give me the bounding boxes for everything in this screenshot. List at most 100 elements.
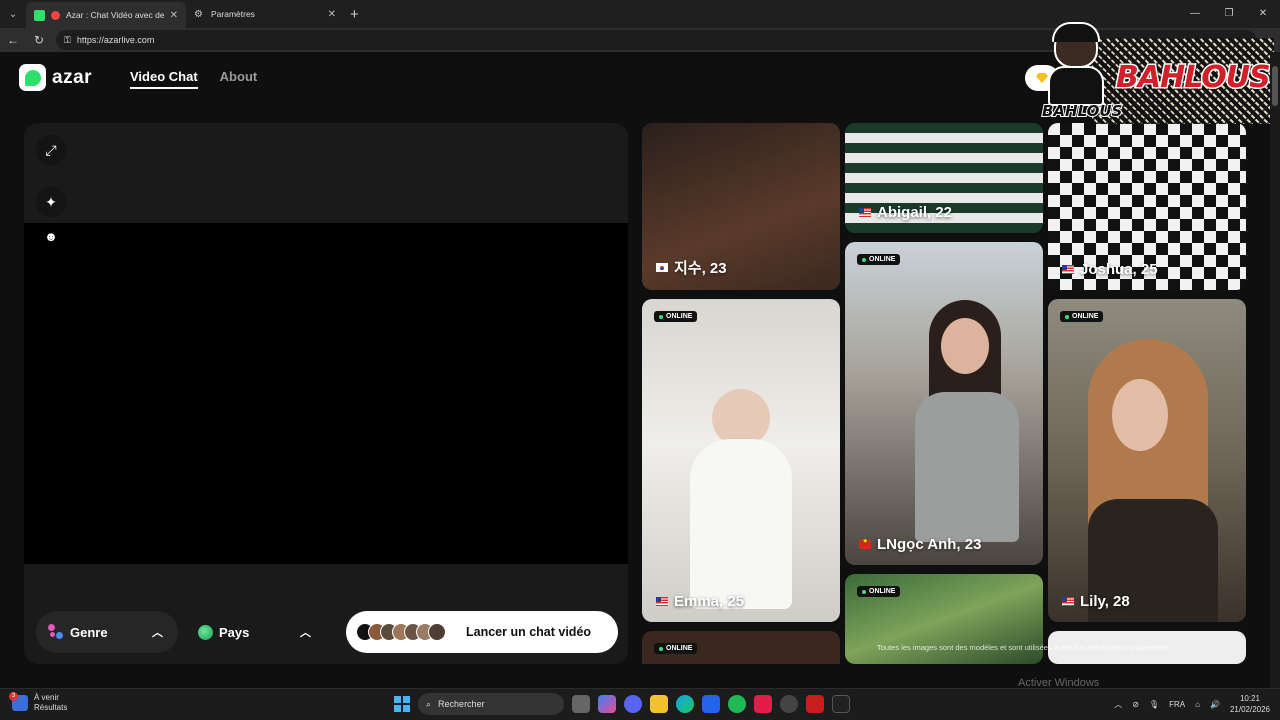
close-icon[interactable]: ✕ bbox=[328, 9, 336, 20]
overlay-small-title: BAHLOUS bbox=[1041, 101, 1123, 121]
pays-label: Pays bbox=[219, 624, 250, 640]
tab-azar[interactable]: Azar : Chat Vidéo avec de nou ✕ bbox=[26, 2, 186, 28]
overlay-title: BAHLOUS bbox=[1115, 59, 1273, 97]
clock-date: 21/02/2026 bbox=[1229, 705, 1270, 714]
nav-video-chat[interactable]: Video Chat bbox=[130, 69, 198, 89]
azar-logo-icon bbox=[19, 64, 46, 91]
reload-icon[interactable]: ↻ bbox=[26, 33, 52, 47]
tab-parametres[interactable]: ⚙ Paramètres ✕ bbox=[186, 0, 344, 28]
url-text: https://azarlive.com bbox=[76, 35, 155, 45]
file-explorer-icon[interactable] bbox=[650, 695, 668, 713]
flag-us-icon bbox=[656, 597, 668, 606]
wifi-icon[interactable]: ⌂ bbox=[1195, 700, 1200, 709]
globe-icon bbox=[198, 624, 213, 640]
notification-badge: 3 bbox=[9, 692, 18, 701]
azar-favicon-icon bbox=[34, 9, 45, 21]
flag-us-icon bbox=[859, 208, 871, 217]
app-icon[interactable] bbox=[832, 695, 850, 713]
profile-card[interactable]: ONLINE Lily, 28 bbox=[1048, 299, 1246, 622]
profile-card[interactable]: ONLINE bbox=[642, 631, 840, 664]
taskbar-search[interactable]: ⌕ Rechercher bbox=[418, 693, 564, 715]
profile-name: Emma, 25 bbox=[656, 593, 744, 610]
online-badge: ONLINE bbox=[654, 311, 698, 322]
widgets-icon: 3 bbox=[9, 692, 28, 711]
edge-icon[interactable] bbox=[676, 695, 694, 713]
flag-us-icon bbox=[1062, 597, 1074, 606]
launch-label: Lancer un chat vidéo bbox=[466, 625, 592, 639]
online-badge: ONLINE bbox=[857, 586, 901, 597]
chevron-up-icon: ︿ bbox=[300, 627, 311, 639]
spotify-icon[interactable] bbox=[728, 695, 746, 713]
tab-title: Paramètres bbox=[211, 9, 255, 19]
task-view-icon[interactable] bbox=[572, 695, 590, 713]
site-info-icon[interactable]: ⚿ bbox=[64, 35, 71, 46]
profile-name: LNgọc Anh, 23 bbox=[859, 536, 981, 553]
clock-time: 10:21 bbox=[1239, 694, 1260, 703]
app-icon[interactable] bbox=[806, 695, 824, 713]
tab-title: Azar : Chat Vidéo avec de nou bbox=[66, 10, 164, 20]
close-icon[interactable]: ✕ bbox=[170, 10, 178, 21]
video-panel: ⤢ ✦ ☻ Genre ︿ Pays ︿ Lancer un chat vidé… bbox=[24, 123, 628, 664]
profile-card[interactable]: ONLINE Emma, 25 bbox=[642, 299, 840, 622]
obs-icon[interactable] bbox=[780, 695, 798, 713]
back-arrow-icon[interactable]: ← bbox=[0, 33, 26, 47]
profile-name: 지수, 23 bbox=[656, 257, 727, 278]
online-badge: ONLINE bbox=[1060, 311, 1104, 322]
system-tray: ︿ ⊘ 🎙 FRA ⌂ 🔊 10:21 21/02/2026 bbox=[1114, 693, 1270, 715]
profile-card[interactable]: 지수, 23 bbox=[642, 123, 840, 290]
magic-wand-icon[interactable]: ✦ bbox=[36, 187, 66, 217]
profile-grid: 지수, 23 ONLINE Emma, 25 ONLINE Abigail, 2… bbox=[642, 123, 1246, 664]
avatar-group bbox=[356, 623, 446, 641]
profile-card[interactable]: ONLINE LNgọc Anh, 23 bbox=[845, 242, 1043, 565]
azar-logo[interactable]: azar bbox=[19, 64, 92, 91]
chevron-up-icon[interactable]: ︿ bbox=[1114, 699, 1122, 710]
windows-start-icon[interactable] bbox=[394, 696, 410, 712]
search-icon: ⌕ bbox=[426, 698, 432, 709]
flag-vn-icon bbox=[859, 537, 871, 549]
logo-text: azar bbox=[52, 66, 93, 88]
gender-icon bbox=[48, 624, 64, 640]
profile-name: Joshua, 25 bbox=[1062, 261, 1158, 278]
store-icon[interactable] bbox=[702, 695, 720, 713]
new-tab-plus-icon[interactable]: + bbox=[350, 6, 359, 23]
overlay-avatar-icon: BAHLOUS bbox=[1041, 22, 1123, 140]
profile-card[interactable]: Joshua, 25 bbox=[1048, 123, 1246, 290]
nav-about[interactable]: About bbox=[220, 69, 258, 89]
profile-name: Abigail, 22 bbox=[859, 204, 952, 221]
profile-card[interactable]: Abigail, 22 bbox=[845, 123, 1043, 233]
face-filter-icon[interactable]: ☻ bbox=[43, 228, 59, 244]
online-badge: ONLINE bbox=[857, 254, 901, 265]
profile-photo-body bbox=[915, 392, 1019, 542]
page-scrollbar[interactable] bbox=[1270, 52, 1280, 688]
recording-icon bbox=[51, 10, 60, 20]
country-button[interactable]: Pays ︿ bbox=[196, 611, 326, 653]
main-nav: Video Chat About bbox=[130, 69, 257, 89]
gear-icon: ⚙ bbox=[194, 8, 203, 20]
language-indicator[interactable]: FRA bbox=[1169, 700, 1185, 709]
network-off-icon[interactable]: ⊘ bbox=[1132, 700, 1139, 709]
discord-icon[interactable] bbox=[624, 695, 642, 713]
acrobat-icon[interactable] bbox=[754, 695, 772, 713]
search-placeholder: Rechercher bbox=[438, 699, 485, 709]
tab-list-chevron-icon[interactable]: ⌄ bbox=[0, 0, 26, 28]
chevron-up-icon: ︿ bbox=[152, 627, 163, 639]
flag-us-icon bbox=[1062, 265, 1074, 274]
video-preview bbox=[24, 223, 628, 564]
avatar bbox=[428, 623, 446, 641]
clock[interactable]: 10:21 21/02/2026 bbox=[1230, 693, 1270, 715]
volume-icon[interactable]: 🔊 bbox=[1210, 700, 1220, 709]
disclaimer-text: Toutes les images sont des modèles et so… bbox=[877, 643, 1171, 652]
profile-photo bbox=[1112, 379, 1168, 451]
genre-label: Genre bbox=[70, 624, 108, 640]
microphone-icon[interactable]: 🎙 bbox=[1149, 700, 1159, 709]
launch-video-chat-button[interactable]: Lancer un chat vidéo bbox=[346, 611, 618, 653]
streamer-overlay-logo: BAHLOUS BAHLOUS bbox=[1041, 22, 1274, 140]
taskbar-apps: ⌕ Rechercher bbox=[394, 693, 850, 715]
copilot-icon[interactable] bbox=[598, 695, 616, 713]
online-badge: ONLINE bbox=[654, 643, 698, 654]
widgets-button[interactable]: 3 À venir Résultats bbox=[9, 692, 67, 713]
expand-icon[interactable]: ⤢ bbox=[36, 135, 66, 165]
profile-photo-face bbox=[941, 318, 989, 374]
genre-button[interactable]: Genre ︿ bbox=[36, 611, 178, 653]
profile-name: Lily, 28 bbox=[1062, 593, 1130, 610]
